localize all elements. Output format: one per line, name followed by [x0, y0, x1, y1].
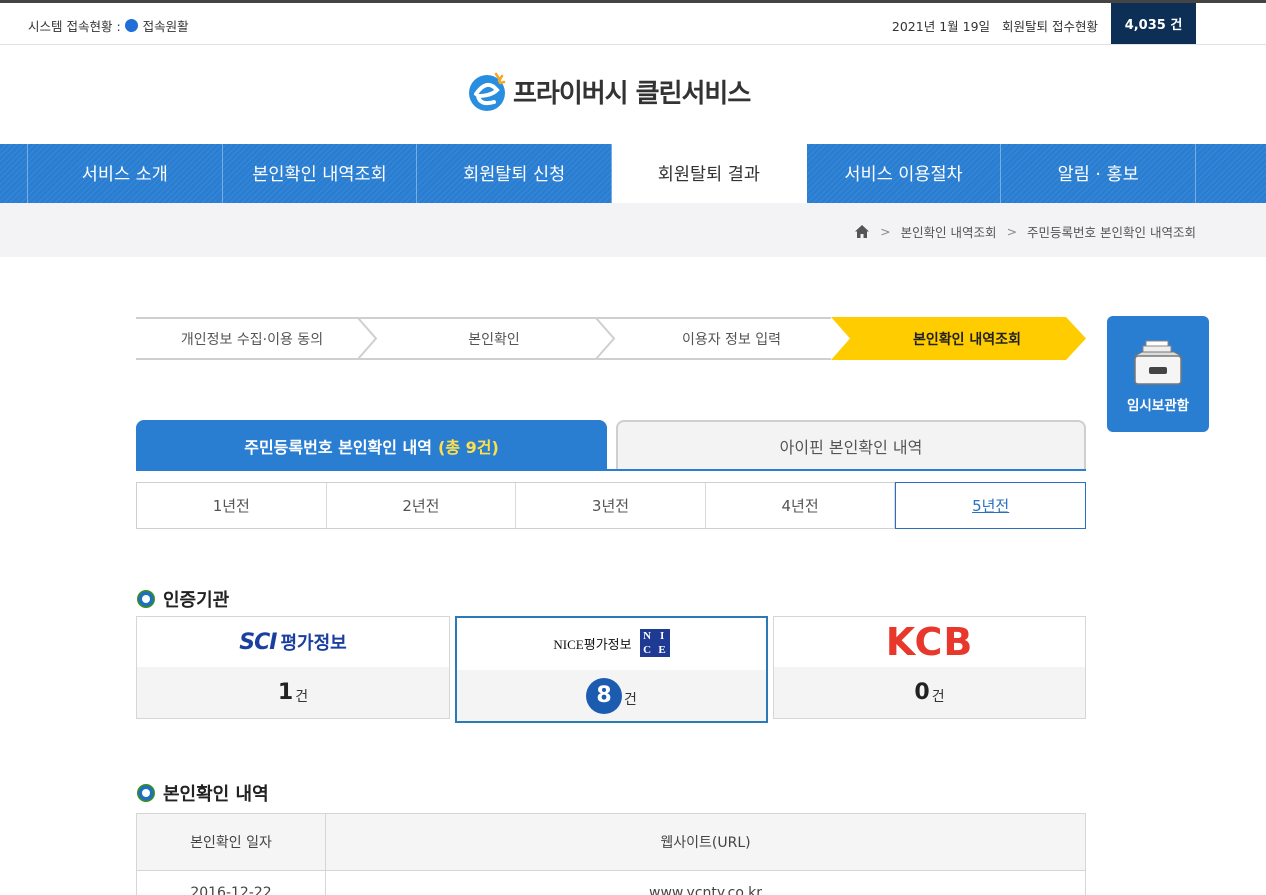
step-identity-check: 본인확인: [468, 331, 520, 348]
year-tab-2[interactable]: 2년전: [327, 483, 517, 528]
kcb-logo: KCB: [774, 617, 1085, 667]
tab-resident-label: 주민등록번호 본인확인 내역: [244, 437, 432, 457]
agency-card-kcb[interactable]: KCB 0 건: [773, 616, 1086, 719]
history-table: 본인확인 일자 웹사이트(URL) 2016-12-22 www.ycnty.c…: [136, 813, 1086, 895]
chevron-right-icon: >: [1006, 224, 1018, 239]
tab-underline: [136, 469, 1086, 471]
sci-logo: SCI 평가정보: [137, 617, 449, 667]
section-bullet-icon: [137, 590, 155, 608]
withdrawal-counter-value: 4,035 건: [1124, 18, 1183, 33]
nav-item-withdrawal-result[interactable]: 회원탈퇴 결과: [612, 144, 807, 203]
count-unit: 건: [295, 688, 309, 705]
tab-ipin-history[interactable]: 아이핀 본인확인 내역: [616, 420, 1086, 470]
site-logo[interactable]: 프라이버시 클린서비스: [466, 70, 751, 112]
nav-item-notice-promo[interactable]: 알림 · 홍보: [1001, 144, 1197, 203]
step-user-info: 이용자 정보 입력: [681, 331, 782, 348]
year-tab-3[interactable]: 3년전: [516, 483, 706, 528]
year-tab-1[interactable]: 1년전: [137, 483, 327, 528]
system-status-value: 접속원활: [142, 19, 189, 34]
year-tab-5[interactable]: 5년전: [895, 482, 1086, 529]
nice-logo: NICE평가정보 N I C E: [457, 618, 766, 668]
cell-date: 2016-12-22: [136, 870, 326, 895]
withdrawal-counter-label: 회원탈퇴 접수현황: [1002, 19, 1098, 34]
agencies-section-title: 인증기관: [136, 586, 229, 612]
tab-ipin-label: 아이핀 본인확인 내역: [779, 438, 923, 457]
agency-count-nice: 8: [586, 677, 623, 714]
table-row: 2016-12-22 www.ycnty.co.kr: [136, 870, 1086, 895]
tab-resident-count: (총 9건): [438, 437, 499, 457]
top-status-bar: 시스템 접속현황 : 접속원활 2021년 1월 19일 회원탈퇴 접수현황 4…: [0, 3, 1266, 45]
year-selector: 1년전 2년전 3년전 4년전 5년전: [136, 482, 1086, 529]
history-section-title: 본인확인 내역: [136, 780, 269, 806]
chevron-right-icon: >: [880, 224, 891, 239]
main-navigation: 서비스 소개 본인확인 내역조회 회원탈퇴 신청 회원탈퇴 결과 서비스 이용절…: [0, 144, 1266, 203]
status-date: 2021년 1월 19일: [891, 19, 991, 34]
nav-item-identity-history[interactable]: 본인확인 내역조회: [223, 144, 418, 203]
agency-cards: SCI 평가정보 1 건 NICE평가정보 N I C E 8 건 KCB 0: [136, 616, 1086, 723]
withdrawal-counter-badge: 4,035 건: [1111, 3, 1196, 44]
file-drawer-icon: [1133, 340, 1183, 385]
site-title: 프라이버시 클린서비스: [513, 78, 751, 109]
breadcrumb: > 본인확인 내역조회 > 주민등록번호 본인확인 내역조회: [854, 222, 1196, 241]
step-history-lookup: 본인확인 내역조회: [913, 331, 1021, 348]
withdrawal-status: 2021년 1월 19일 회원탈퇴 접수현황: [884, 16, 1098, 35]
agency-count-kcb: 0: [914, 680, 930, 705]
e-logo-icon: [469, 72, 506, 111]
tab-resident-number-history[interactable]: 주민등록번호 본인확인 내역 (총 9건): [136, 420, 607, 471]
count-unit: 건: [624, 691, 637, 708]
breadcrumb-bar: > 본인확인 내역조회 > 주민등록번호 본인확인 내역조회: [0, 203, 1266, 257]
breadcrumb-item-identity-history[interactable]: 본인확인 내역조회: [901, 222, 997, 241]
step-consent: 개인정보 수집·이용 동의: [180, 331, 324, 348]
agency-card-sci[interactable]: SCI 평가정보 1 건: [136, 616, 450, 719]
website-link[interactable]: www.ycnty.co.kr: [649, 885, 762, 895]
count-unit: 건: [931, 688, 945, 705]
cell-url: www.ycnty.co.kr: [325, 870, 1086, 895]
nice-logo-mark: N I C E: [639, 629, 670, 657]
table-header-row: 본인확인 일자 웹사이트(URL): [136, 813, 1086, 871]
nav-item-withdrawal-request[interactable]: 회원탈퇴 신청: [417, 144, 613, 203]
temporary-storage-label: 임시보관함: [1126, 398, 1190, 414]
column-header-date: 본인확인 일자: [136, 813, 326, 871]
year-tab-4[interactable]: 4년전: [706, 483, 896, 528]
breadcrumb-item-current: 주민등록번호 본인확인 내역조회: [1027, 225, 1196, 240]
home-icon[interactable]: [854, 224, 870, 239]
nav-item-service-intro[interactable]: 서비스 소개: [28, 144, 223, 203]
agency-card-nice[interactable]: NICE평가정보 N I C E 8 건: [455, 616, 768, 723]
system-status-label: 시스템 접속현황 :: [28, 19, 121, 34]
system-status: 시스템 접속현황 : 접속원활: [28, 16, 189, 35]
nav-item-service-procedure[interactable]: 서비스 이용절차: [807, 144, 1002, 203]
status-dot-icon: [124, 19, 138, 32]
temporary-storage-button[interactable]: 임시보관함: [1107, 316, 1209, 432]
agency-count-sci: 1: [277, 680, 294, 705]
column-header-url: 웹사이트(URL): [325, 813, 1086, 871]
step-indicator: 개인정보 수집·이용 동의 본인확인 이용자 정보 입력 본인확인 내역조회: [136, 317, 1086, 360]
section-bullet-icon: [137, 784, 155, 802]
